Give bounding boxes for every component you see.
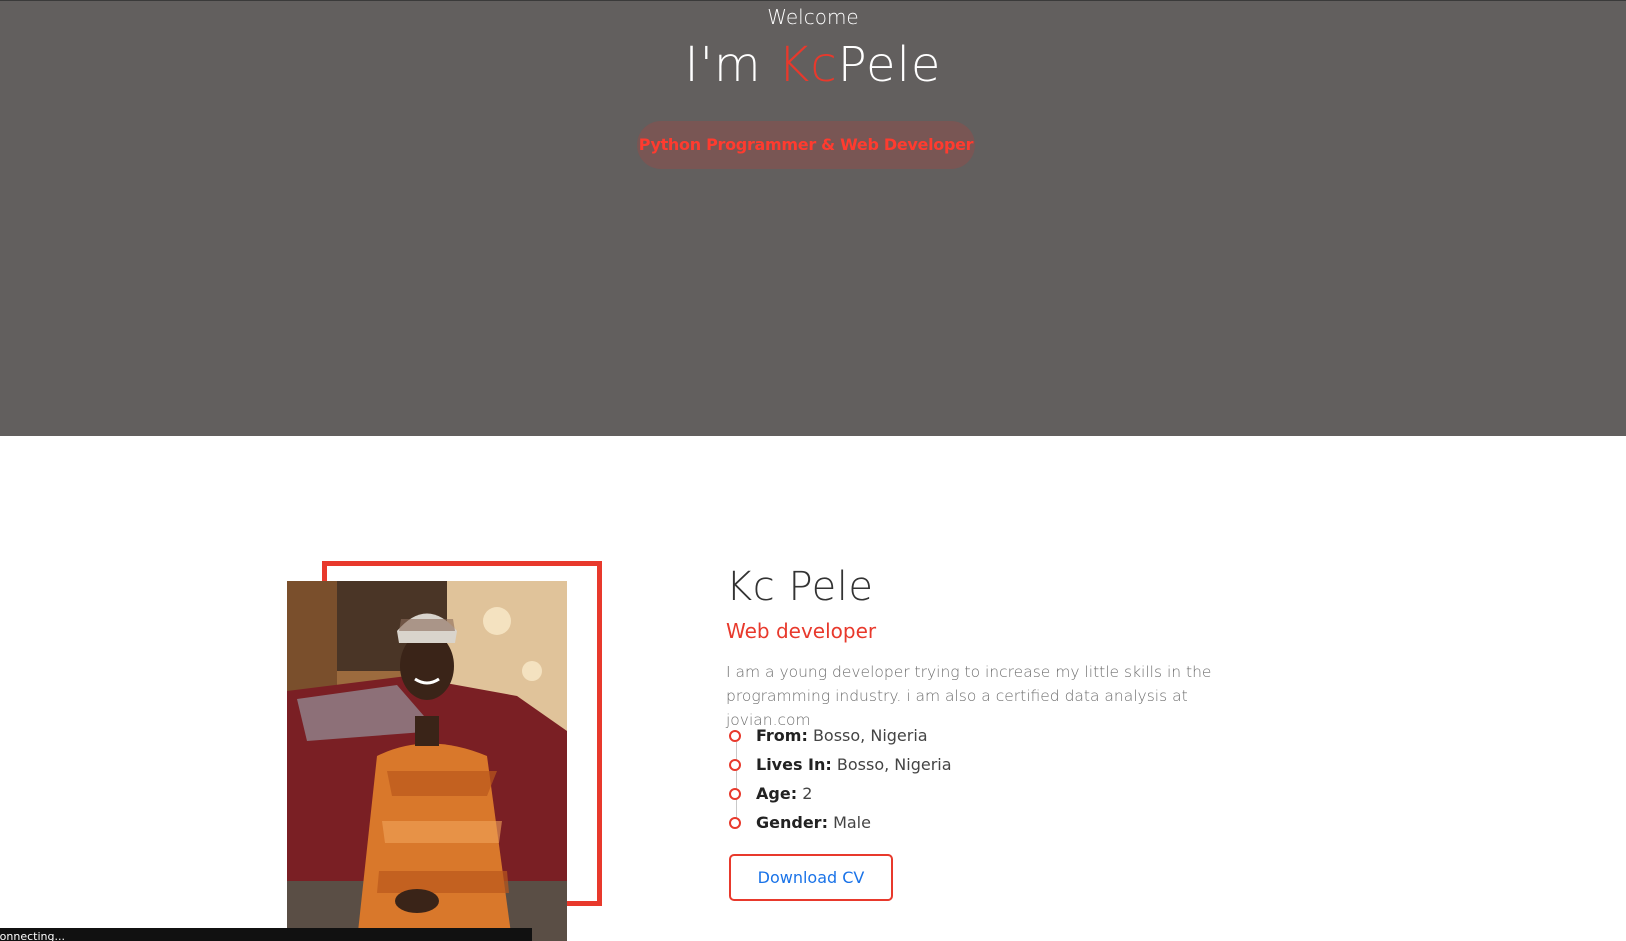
download-cv-button[interactable]: Download CV	[729, 854, 893, 901]
bullet-circle-icon	[729, 730, 741, 742]
bullet-circle-icon	[729, 817, 741, 829]
fact-value: 2	[802, 784, 813, 803]
hero-section: Welcome I'm KcPele Python Programmer & W…	[0, 0, 1626, 436]
headline-prefix: I'm	[684, 37, 778, 93]
profile-facts-list: From: Bosso, Nigeria Lives In: Bosso, Ni…	[726, 724, 952, 840]
fact-key: From:	[756, 726, 808, 745]
fact-value: Bosso, Nigeria	[836, 755, 952, 774]
fact-key: Age:	[756, 784, 798, 803]
fact-lives-in: Lives In: Bosso, Nigeria	[726, 753, 952, 782]
bullet-circle-icon	[729, 788, 741, 800]
bullet-circle-icon	[729, 759, 741, 771]
role-badge: Python Programmer & Web Developer	[637, 121, 975, 169]
fact-key: Lives In:	[756, 755, 832, 774]
fact-value: Male	[833, 813, 871, 832]
hero-headline: I'm KcPele	[0, 37, 1626, 93]
fact-gender: Gender: Male	[726, 811, 952, 840]
fact-key: Gender:	[756, 813, 828, 832]
profile-photo	[287, 581, 567, 941]
fact-from: From: Bosso, Nigeria	[726, 724, 952, 753]
headline-accent: Kc	[777, 37, 838, 93]
welcome-text: Welcome	[767, 5, 859, 29]
profile-name: Kc Pele	[726, 564, 874, 610]
profile-subtitle: Web developer	[726, 619, 877, 643]
fact-value: Bosso, Nigeria	[812, 726, 928, 745]
profile-bio: I am a young developer trying to increas…	[726, 663, 1212, 729]
browser-status-bar: Connecting...	[0, 928, 532, 941]
fact-age: Age: 2	[726, 782, 952, 811]
headline-suffix: Pele	[837, 37, 942, 93]
profile-photo-illustration	[287, 581, 567, 941]
